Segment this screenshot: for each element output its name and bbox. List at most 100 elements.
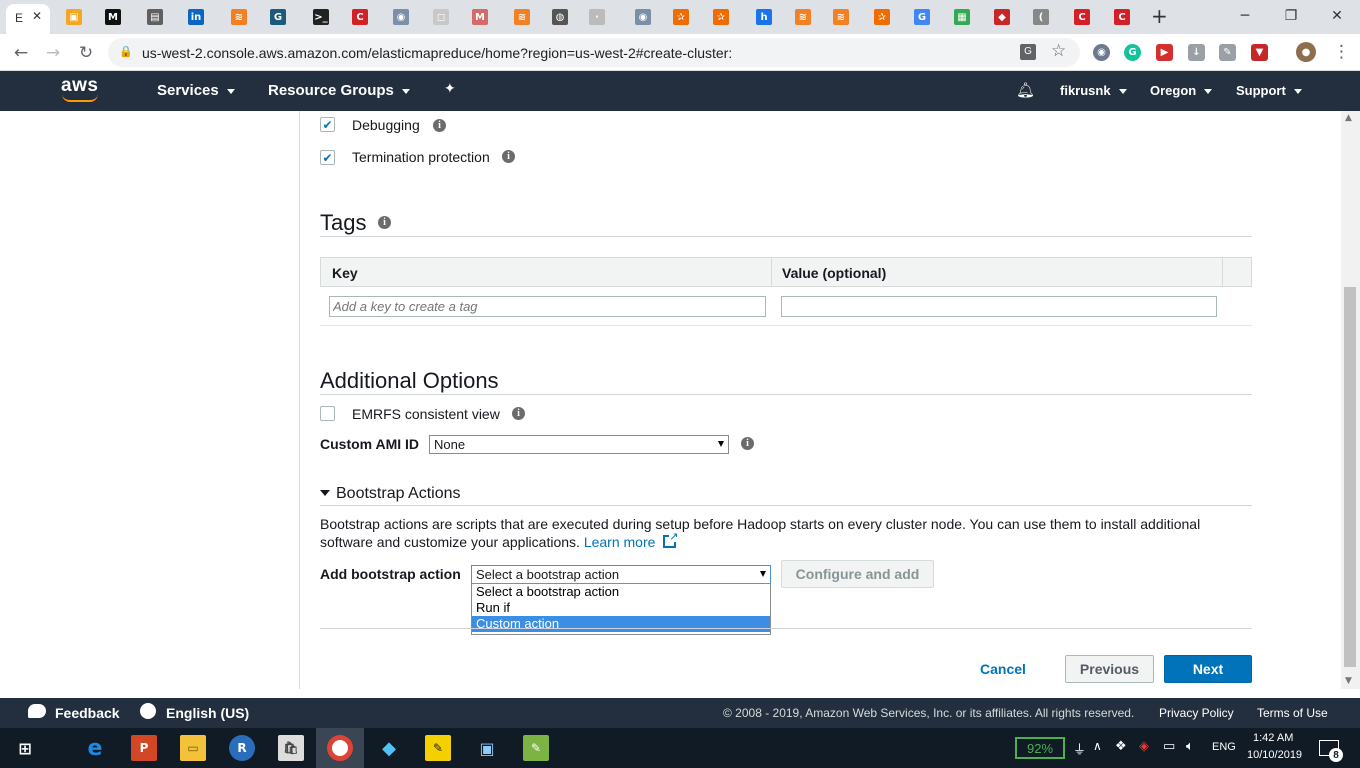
edge-icon[interactable]: e — [82, 735, 108, 761]
language-selector[interactable]: English (US) — [166, 705, 249, 721]
tab-close-icon[interactable]: ✕ — [32, 9, 42, 23]
browser-tab[interactable]: ◉ — [384, 6, 418, 28]
bell-icon[interactable]: 🔔︎ — [1016, 81, 1035, 99]
tray-app-icon[interactable]: ◈ — [1139, 739, 1149, 754]
network-app-icon[interactable]: ▣ — [474, 735, 500, 761]
browser-tab[interactable]: G — [905, 6, 939, 28]
dropdown-option-highlighted[interactable]: Custom action — [472, 616, 770, 632]
services-menu[interactable]: Services — [157, 82, 235, 99]
privacy-policy-link[interactable]: Privacy Policy — [1159, 706, 1234, 720]
grammarly-icon[interactable]: G — [1124, 44, 1141, 61]
dropbox-icon[interactable]: ❖ — [1115, 739, 1127, 754]
browser-tab[interactable]: M — [96, 6, 130, 28]
feedback-link[interactable]: Feedback — [55, 705, 120, 721]
previous-button[interactable]: Previous — [1065, 655, 1154, 683]
page-scrollbar[interactable]: ▲ ▼ — [1341, 111, 1360, 689]
powerpoint-icon[interactable]: P — [131, 735, 157, 761]
tag-key-input[interactable] — [329, 296, 766, 317]
store-icon[interactable]: 🛍︎ — [278, 735, 304, 761]
extension-owl-icon[interactable]: ◉ — [1093, 44, 1110, 61]
browser-tab[interactable]: ◆ — [985, 6, 1019, 28]
info-icon[interactable]: i — [378, 216, 391, 229]
download-icon[interactable]: ↓ — [1188, 44, 1205, 61]
browser-tab[interactable]: ≋ — [824, 6, 858, 28]
custom-ami-select[interactable]: None — [429, 435, 729, 454]
shield-icon[interactable]: ▼ — [1251, 44, 1268, 61]
r-icon[interactable]: R — [229, 735, 255, 761]
browser-tab[interactable]: C — [343, 6, 377, 28]
browser-tab[interactable]: ✰ — [865, 6, 899, 28]
browser-tab[interactable]: ◻ — [424, 6, 458, 28]
browser-tab[interactable]: ( — [1024, 6, 1058, 28]
chrome-icon[interactable] — [327, 735, 353, 761]
forward-arrow-icon[interactable]: → — [40, 40, 66, 66]
chevron-up-icon[interactable]: ∧ — [1093, 739, 1102, 753]
volume-icon[interactable]: 🔈︎ — [1186, 739, 1194, 754]
external-link-icon[interactable]: ↗ — [663, 531, 679, 548]
avatar[interactable]: ● — [1296, 42, 1316, 62]
user-menu[interactable]: fikrusnk — [1060, 83, 1127, 98]
clock-time[interactable]: 1:42 AM — [1253, 732, 1293, 744]
browser-tab[interactable]: h — [747, 6, 781, 28]
browser-menu-icon[interactable]: ⋮ — [1333, 42, 1350, 62]
configure-and-add-button[interactable]: Configure and add — [781, 560, 934, 588]
termination-protection-checkbox[interactable]: ✔ — [320, 150, 335, 165]
browser-tab[interactable]: G — [261, 6, 295, 28]
browser-tab[interactable]: ✰ — [704, 6, 738, 28]
bookmark-star-icon[interactable]: ☆ — [1051, 41, 1066, 61]
sticky-notes-icon[interactable]: ✎ — [425, 735, 451, 761]
info-icon[interactable]: i — [502, 150, 515, 163]
scrollbar-thumb[interactable] — [1344, 287, 1356, 667]
file-explorer-icon[interactable]: ▭ — [180, 735, 206, 761]
browser-tab[interactable]: in — [179, 6, 213, 28]
terms-of-use-link[interactable]: Terms of Use — [1257, 706, 1328, 720]
close-window-button[interactable]: ✕ — [1314, 0, 1360, 32]
battery-indicator[interactable]: 92% — [1015, 737, 1065, 759]
browser-tab[interactable]: C — [1105, 6, 1139, 28]
minimize-button[interactable]: ─ — [1222, 0, 1268, 32]
info-icon[interactable]: i — [741, 437, 754, 450]
address-bar[interactable]: 🔒 us-west-2.console.aws.amazon.com/elast… — [108, 38, 1080, 67]
browser-tab[interactable]: ◍ — [543, 6, 577, 28]
browser-tab[interactable]: M — [463, 6, 497, 28]
resource-groups-menu[interactable]: Resource Groups — [268, 82, 410, 99]
scroll-up-icon[interactable]: ▲ — [1345, 113, 1352, 123]
wifi-icon[interactable]: ▭ — [1163, 739, 1175, 754]
bootstrap-actions-heading[interactable]: Bootstrap Actions — [336, 485, 461, 503]
bootstrap-action-select[interactable]: Select a bootstrap action — [471, 565, 771, 584]
browser-tab[interactable]: ▣ — [57, 6, 91, 28]
browser-tab[interactable]: ▦ — [945, 6, 979, 28]
browser-tab[interactable]: · — [580, 6, 614, 28]
browser-tab[interactable]: C — [1065, 6, 1099, 28]
tag-value-input[interactable] — [781, 296, 1217, 317]
dropdown-option[interactable]: Select a bootstrap action — [472, 584, 770, 600]
translate-icon[interactable]: G — [1020, 44, 1036, 60]
vscode-icon[interactable]: ◆ — [376, 735, 402, 761]
feedback-icon[interactable] — [28, 704, 46, 718]
reload-icon[interactable]: ↻ — [73, 40, 99, 66]
info-icon[interactable]: i — [433, 119, 446, 132]
scroll-down-icon[interactable]: ▼ — [1345, 676, 1352, 686]
windows-start-icon[interactable]: ⊞ — [12, 735, 38, 761]
restore-button[interactable]: ❐ — [1268, 0, 1314, 32]
next-button[interactable]: Next — [1164, 655, 1252, 683]
browser-tab[interactable]: ◉ — [626, 6, 660, 28]
browser-tab[interactable]: ✰ — [664, 6, 698, 28]
browser-tab[interactable]: ▤ — [138, 6, 172, 28]
dropdown-option[interactable]: Run if — [472, 600, 770, 616]
browser-tab[interactable]: ≋ — [786, 6, 820, 28]
clock-date[interactable]: 10/10/2019 — [1247, 749, 1302, 761]
language-indicator[interactable]: ENG — [1212, 741, 1236, 753]
new-tab-button[interactable]: + — [1151, 4, 1168, 28]
debugging-checkbox[interactable]: ✔ — [320, 117, 335, 132]
back-arrow-icon[interactable]: ← — [8, 40, 34, 66]
pin-icon[interactable]: ✦ — [444, 81, 456, 97]
active-tab[interactable]: E ✕ — [6, 4, 50, 34]
collapse-caret-icon[interactable] — [320, 490, 330, 496]
edit-extension-icon[interactable]: ✎ — [1219, 44, 1236, 61]
learn-more-link[interactable]: Learn more — [584, 534, 656, 550]
browser-tab[interactable]: ≋ — [222, 6, 256, 28]
region-menu[interactable]: Oregon — [1150, 83, 1213, 98]
support-menu[interactable]: Support — [1236, 83, 1302, 98]
notepad-icon[interactable]: ✎ — [523, 735, 549, 761]
